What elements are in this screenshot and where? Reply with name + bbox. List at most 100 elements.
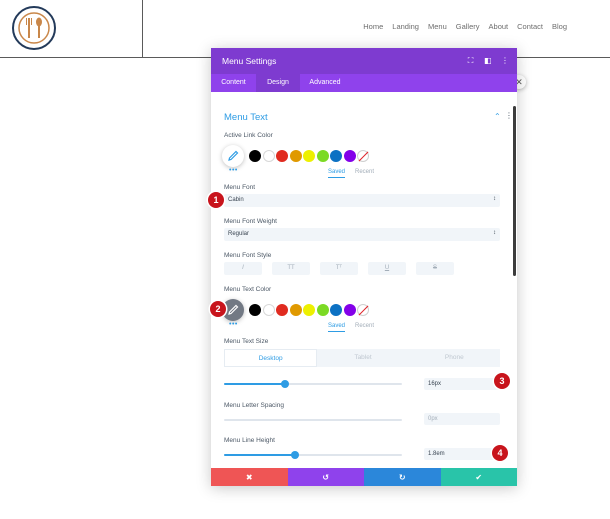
modal-footer: ✖ ↺ ↻ ✔	[211, 468, 517, 486]
tab-advanced[interactable]: Advanced	[300, 74, 350, 92]
active-link-color-label: Active Link Color	[224, 132, 273, 139]
menu-font-value: Cabin	[228, 197, 244, 203]
site-nav: Home Landing Menu Gallery About Contact …	[363, 22, 567, 31]
redo-button[interactable]: ↻	[364, 468, 441, 486]
saved-tab-underline	[328, 177, 345, 178]
modal-tabs: Content Design Advanced	[211, 74, 517, 92]
font-style-capitalize-button[interactable]: Tᵀ	[320, 262, 358, 275]
color-swatch[interactable]	[303, 150, 315, 162]
color-swatch[interactable]	[262, 150, 275, 162]
menu-text-size-slider[interactable]	[224, 380, 402, 388]
eyedropper-icon	[228, 150, 239, 161]
slider-handle[interactable]	[291, 451, 300, 459]
slider-fill	[224, 454, 296, 456]
active-link-color-more[interactable]: •••	[229, 167, 238, 174]
more-vertical-icon[interactable]: ⋮	[501, 56, 509, 66]
menu-text-color-swatches	[249, 304, 369, 316]
menu-text-color-more[interactable]: •••	[229, 321, 238, 328]
color-swatch[interactable]	[343, 150, 356, 162]
no-color-swatch[interactable]	[357, 150, 369, 162]
section-title-menu-text[interactable]: Menu Text	[224, 112, 268, 123]
font-style-italic-button[interactable]: I	[224, 262, 262, 275]
menu-line-height-value: 1.8em	[428, 451, 445, 457]
modal-title: Menu Settings	[222, 56, 277, 66]
color-swatch[interactable]	[289, 304, 302, 316]
chevron-up-icon[interactable]: ⌃	[494, 112, 501, 121]
menu-font-weight-label: Menu Font Weight	[224, 218, 277, 225]
saved-tab-underline	[328, 331, 345, 332]
undo-button[interactable]: ↺	[287, 468, 364, 486]
nav-link-about[interactable]: About	[489, 22, 509, 31]
eyedropper-icon	[228, 304, 239, 315]
select-arrows-icon: ↕	[493, 196, 496, 202]
color-swatch[interactable]	[316, 304, 329, 316]
nav-link-landing[interactable]: Landing	[392, 22, 419, 31]
menu-font-select[interactable]: Cabin ↕	[224, 194, 500, 207]
menu-font-style-label: Menu Font Style	[224, 252, 272, 259]
split-view-icon[interactable]: ◧	[484, 56, 492, 66]
step-marker-2: 2	[210, 301, 226, 317]
color-swatch[interactable]	[330, 304, 342, 316]
menu-letter-spacing-value: 0px	[428, 416, 438, 422]
cancel-button[interactable]: ✖	[211, 468, 288, 486]
expand-icon[interactable]: ⛶	[467, 56, 474, 66]
menu-font-weight-select[interactable]: Regular ↕	[224, 228, 500, 241]
active-link-color-picker[interactable]	[222, 145, 244, 167]
no-color-swatch[interactable]	[357, 304, 369, 316]
header-divider	[142, 0, 143, 58]
font-style-strikethrough-button[interactable]: S	[416, 262, 454, 275]
font-style-underline-button[interactable]: U	[368, 262, 406, 275]
slider-fill	[224, 383, 285, 385]
step-marker-3: 3	[494, 373, 510, 389]
step-marker-4: 4	[492, 445, 508, 461]
tab-content[interactable]: Content	[211, 74, 256, 92]
menu-text-size-label: Menu Text Size	[224, 338, 269, 345]
menu-text-size-input[interactable]: 16px	[424, 378, 500, 390]
menu-settings-modal: Menu Settings ⛶ ◧ ⋮ Content Design Advan…	[211, 48, 517, 486]
device-tab-tablet[interactable]: Tablet	[317, 349, 408, 367]
menu-text-size-value: 16px	[428, 381, 442, 387]
section-more-icon[interactable]: ⋮	[505, 111, 513, 120]
select-arrows-icon: ↕	[493, 230, 496, 236]
color-swatch[interactable]	[249, 150, 261, 162]
step-marker-1: 1	[208, 192, 224, 208]
tab-design[interactable]: Design	[256, 74, 300, 92]
color-swatch[interactable]	[289, 150, 302, 162]
menu-line-height-input[interactable]: 1.8em	[424, 448, 500, 460]
color-swatch[interactable]	[330, 150, 342, 162]
menu-text-recent-tab[interactable]: Recent	[355, 323, 374, 329]
color-swatch[interactable]	[262, 304, 275, 316]
active-link-saved-tab[interactable]: Saved	[328, 169, 345, 175]
nav-link-home[interactable]: Home	[363, 22, 383, 31]
device-tabs: Desktop Tablet Phone	[224, 349, 500, 367]
menu-letter-spacing-label: Menu Letter Spacing	[224, 402, 284, 409]
device-tab-phone[interactable]: Phone	[409, 349, 500, 367]
color-swatch[interactable]	[303, 304, 315, 316]
color-swatch[interactable]	[276, 150, 288, 162]
device-tab-desktop[interactable]: Desktop	[224, 349, 318, 367]
save-button[interactable]: ✔	[440, 468, 517, 486]
modal-header: Menu Settings ⛶ ◧ ⋮	[211, 48, 517, 74]
menu-letter-spacing-input[interactable]: 0px	[424, 413, 500, 425]
color-swatch[interactable]	[343, 304, 356, 316]
active-link-color-swatches	[249, 150, 369, 162]
menu-text-saved-tab[interactable]: Saved	[328, 323, 345, 329]
active-link-recent-tab[interactable]: Recent	[355, 169, 374, 175]
font-style-uppercase-button[interactable]: TT	[272, 262, 310, 275]
menu-line-height-slider[interactable]	[224, 451, 402, 459]
menu-font-weight-value: Regular	[228, 231, 250, 237]
menu-text-color-label: Menu Text Color	[224, 286, 272, 293]
slider-handle[interactable]	[280, 380, 289, 388]
nav-link-blog[interactable]: Blog	[552, 22, 567, 31]
color-swatch[interactable]	[276, 304, 288, 316]
site-logo[interactable]	[12, 6, 56, 50]
nav-link-contact[interactable]: Contact	[517, 22, 543, 31]
nav-link-menu[interactable]: Menu	[428, 22, 447, 31]
color-swatch[interactable]	[316, 150, 329, 162]
menu-line-height-label: Menu Line Height	[224, 437, 275, 444]
menu-letter-spacing-slider[interactable]	[224, 419, 402, 421]
color-swatch[interactable]	[249, 304, 261, 316]
panel-scrollbar[interactable]	[513, 106, 516, 276]
nav-link-gallery[interactable]: Gallery	[456, 22, 480, 31]
menu-font-label: Menu Font	[224, 184, 256, 191]
